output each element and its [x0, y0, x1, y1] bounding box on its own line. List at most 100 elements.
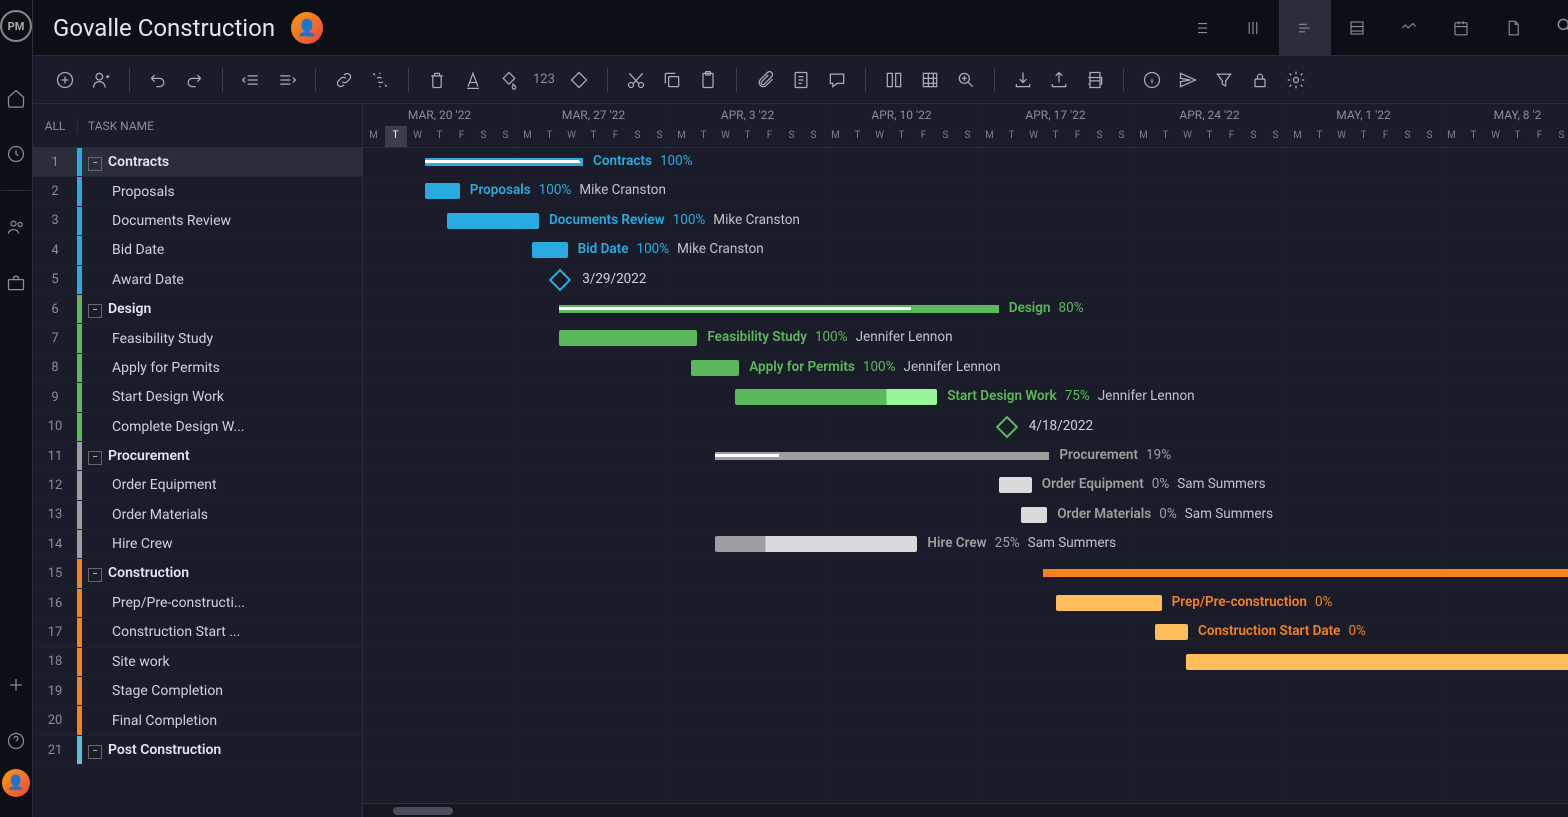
delete-icon[interactable] — [421, 64, 453, 96]
home-icon[interactable] — [4, 86, 28, 110]
task-row[interactable]: 3Documents Review — [33, 207, 362, 236]
clock-icon[interactable] — [4, 142, 28, 166]
send-icon[interactable] — [1172, 64, 1204, 96]
text-style-icon[interactable] — [457, 64, 489, 96]
link-icon[interactable] — [328, 64, 360, 96]
column-task-name[interactable]: TASK NAME — [77, 119, 362, 133]
task-row[interactable]: 6−Design — [33, 295, 362, 324]
task-row[interactable]: 8Apply for Permits — [33, 354, 362, 383]
unlink-icon[interactable] — [364, 64, 396, 96]
gantt-summary-bar[interactable] — [559, 305, 999, 313]
copy-icon[interactable] — [656, 64, 688, 96]
collapse-icon[interactable]: − — [88, 157, 102, 171]
project-avatar[interactable]: 👤 — [291, 12, 323, 44]
gantt-task-bar[interactable] — [691, 360, 739, 376]
scroll-thumb[interactable] — [393, 807, 453, 815]
priority-icon[interactable] — [563, 64, 595, 96]
gantt-milestone[interactable] — [995, 415, 1018, 438]
app-logo[interactable]: PM — [0, 10, 32, 42]
gantt-row: Design 80% — [363, 295, 1568, 324]
gantt-task-bar[interactable] — [1056, 595, 1162, 611]
task-row[interactable]: 19Stage Completion — [33, 677, 362, 706]
collapse-icon[interactable]: − — [88, 745, 102, 759]
task-row[interactable]: 12Order Equipment — [33, 471, 362, 500]
print-icon[interactable] — [1079, 64, 1111, 96]
view-tab-gantt[interactable] — [1279, 0, 1331, 56]
notes-icon[interactable] — [785, 64, 817, 96]
columns-icon[interactable] — [878, 64, 910, 96]
people-icon[interactable] — [4, 215, 28, 239]
task-row[interactable]: 17Construction Start ... — [33, 618, 362, 647]
collapse-icon[interactable]: − — [88, 568, 102, 582]
filter-icon[interactable] — [1208, 64, 1240, 96]
task-row[interactable]: 5Award Date — [33, 266, 362, 295]
import-icon[interactable] — [1007, 64, 1039, 96]
gantt-task-bar[interactable] — [1155, 624, 1188, 640]
gantt-horizontal-scrollbar[interactable] — [363, 803, 1568, 817]
task-row[interactable]: 11−Procurement — [33, 442, 362, 471]
task-row[interactable]: 13Order Materials — [33, 501, 362, 530]
lock-icon[interactable] — [1244, 64, 1276, 96]
task-row[interactable]: 1−Contracts — [33, 148, 362, 177]
add-icon[interactable] — [4, 673, 28, 697]
attachment-icon[interactable] — [749, 64, 781, 96]
user-avatar[interactable]: 👤 — [2, 769, 30, 797]
view-tab-calendar[interactable] — [1435, 0, 1487, 56]
collapse-icon[interactable]: − — [88, 451, 102, 465]
settings-icon[interactable] — [1280, 64, 1312, 96]
color-icon[interactable] — [493, 64, 525, 96]
task-row[interactable]: 4Bid Date — [33, 236, 362, 265]
number-format[interactable]: 123 — [529, 72, 559, 87]
gantt-summary-bar[interactable] — [425, 158, 583, 166]
task-row[interactable]: 20Final Completion — [33, 706, 362, 735]
help-icon[interactable] — [4, 729, 28, 753]
view-tab-sheet[interactable] — [1331, 0, 1383, 56]
task-row[interactable]: 15−Construction — [33, 559, 362, 588]
gantt-task-bar[interactable] — [447, 213, 539, 229]
task-row[interactable]: 9Start Design Work — [33, 383, 362, 412]
task-row[interactable]: 2Proposals — [33, 177, 362, 206]
gantt-task-bar[interactable] — [532, 242, 567, 258]
task-row[interactable]: 21−Post Construction — [33, 736, 362, 765]
gantt-task-bar[interactable] — [559, 330, 698, 346]
task-row[interactable]: 16Prep/Pre-constructi... — [33, 589, 362, 618]
view-tab-list[interactable] — [1175, 0, 1227, 56]
view-tab-dashboard[interactable] — [1383, 0, 1435, 56]
outdent-icon[interactable] — [235, 64, 267, 96]
grid-icon[interactable] — [914, 64, 946, 96]
gantt-summary-bar[interactable] — [1043, 569, 1568, 577]
task-row[interactable]: 18Site work — [33, 648, 362, 677]
collapse-icon[interactable]: − — [88, 304, 102, 318]
task-row[interactable]: 10Complete Design W... — [33, 413, 362, 442]
row-color-marker — [77, 559, 82, 587]
view-tab-board[interactable] — [1227, 0, 1279, 56]
add-task-icon[interactable] — [49, 64, 81, 96]
column-all[interactable]: ALL — [33, 119, 77, 133]
view-tab-doc[interactable] — [1487, 0, 1539, 56]
zoom-icon[interactable] — [950, 64, 982, 96]
gantt-milestone[interactable] — [549, 268, 572, 291]
export-icon[interactable] — [1043, 64, 1075, 96]
task-row[interactable]: 14Hire Crew — [33, 530, 362, 559]
gantt-task-bar[interactable] — [735, 389, 937, 405]
redo-icon[interactable] — [178, 64, 210, 96]
gantt-task-bar[interactable] — [1021, 507, 1047, 523]
briefcase-icon[interactable] — [4, 271, 28, 295]
search-icon[interactable] — [1555, 16, 1568, 40]
gantt-task-bar[interactable] — [1186, 654, 1568, 670]
comment-icon[interactable] — [821, 64, 853, 96]
undo-icon[interactable] — [142, 64, 174, 96]
indent-icon[interactable] — [271, 64, 303, 96]
task-row[interactable]: 7Feasibility Study — [33, 324, 362, 353]
gantt-task-bar[interactable] — [425, 183, 460, 199]
timeline-day: S — [627, 126, 649, 148]
add-user-icon[interactable] — [85, 64, 117, 96]
cut-icon[interactable] — [620, 64, 652, 96]
info-icon[interactable] — [1136, 64, 1168, 96]
timeline-day: T — [1463, 126, 1485, 148]
gantt-body[interactable]: Contracts 100%Proposals 100% Mike Cranst… — [363, 148, 1568, 803]
gantt-summary-bar[interactable] — [715, 452, 1049, 460]
gantt-task-bar[interactable] — [999, 477, 1032, 493]
gantt-task-bar[interactable] — [715, 536, 917, 552]
paste-icon[interactable] — [692, 64, 724, 96]
